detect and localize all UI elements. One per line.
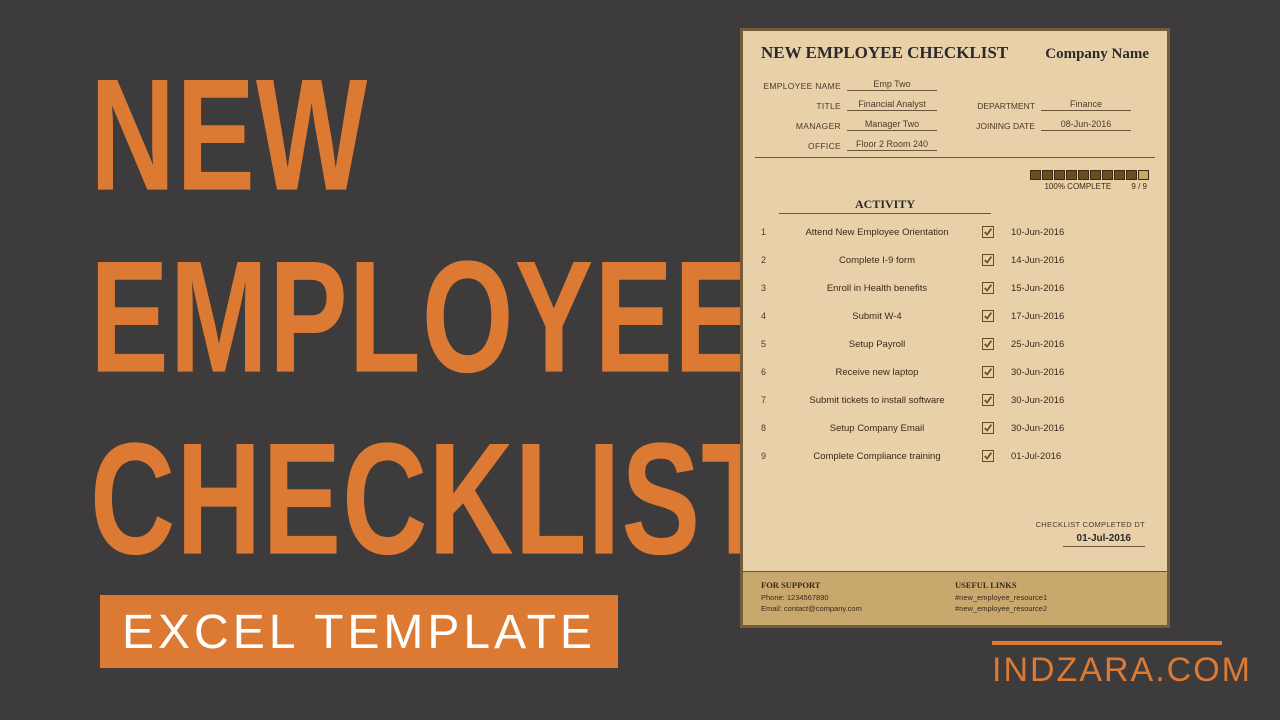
activity-number: 8 (761, 423, 775, 433)
activity-label: Setup Payroll (775, 339, 979, 350)
activity-date: 30-Jun-2016 (1011, 367, 1064, 378)
progress-caption: 100% COMPLETE 9 / 9 (761, 182, 1149, 191)
title-line-2: EMPLOYEE (90, 242, 774, 393)
doc-company: Company Name (1045, 46, 1149, 63)
activity-checkbox[interactable] (979, 394, 997, 406)
label-manager: MANAGER (761, 121, 847, 131)
activity-date: 30-Jun-2016 (1011, 423, 1064, 434)
footer-link-2: #new_employee_resource2 (955, 604, 1149, 613)
completed-label: CHECKLIST COMPLETED DT (1036, 520, 1145, 529)
title-line-3: CHECKLIST (90, 424, 774, 575)
progress-percent: 100% COMPLETE (1044, 182, 1111, 191)
value-manager: Manager Two (847, 118, 937, 131)
progress-bar (1030, 170, 1149, 180)
subtitle-badge: EXCEL TEMPLATE (100, 595, 618, 668)
subtitle-text: EXCEL TEMPLATE (122, 606, 596, 659)
activity-checkbox[interactable] (979, 254, 997, 266)
checkmark-icon (982, 422, 994, 434)
activity-number: 2 (761, 255, 775, 265)
activity-row: 4Submit W-4 17-Jun-2016 (761, 302, 1149, 330)
activity-row: 3Enroll in Health benefits 15-Jun-2016 (761, 274, 1149, 302)
checkmark-icon (982, 394, 994, 406)
activity-label: Submit W-4 (775, 311, 979, 322)
progress-bar-wrap (761, 164, 1149, 182)
completed-block: CHECKLIST COMPLETED DT 01-Jul-2016 (1036, 520, 1145, 547)
activity-label: Submit tickets to install software (775, 395, 979, 406)
activity-date: 14-Jun-2016 (1011, 255, 1064, 266)
checkmark-icon (982, 226, 994, 238)
activity-date: 15-Jun-2016 (1011, 283, 1064, 294)
activity-date: 01-Jul-2016 (1011, 451, 1061, 462)
title-line-1: NEW (90, 60, 774, 211)
activity-label: Complete I-9 form (775, 255, 979, 266)
activity-row: 7Submit tickets to install software 30-Ju… (761, 386, 1149, 414)
activity-checkbox[interactable] (979, 422, 997, 434)
document-preview: NEW EMPLOYEE CHECKLIST Company Name EMPL… (740, 28, 1170, 628)
activity-list: 1Attend New Employee Orientation 10-Jun-2… (761, 218, 1149, 470)
activity-checkbox[interactable] (979, 366, 997, 378)
activity-row: 1Attend New Employee Orientation 10-Jun-2… (761, 218, 1149, 246)
footer-support-email: Email: contact@company.com (761, 604, 955, 613)
checkmark-icon (982, 366, 994, 378)
activity-row: 5Setup Payroll 25-Jun-2016 (761, 330, 1149, 358)
activity-date: 25-Jun-2016 (1011, 339, 1064, 350)
activity-label: Enroll in Health benefits (775, 283, 979, 294)
brand-rule (992, 641, 1222, 645)
divider (755, 157, 1155, 158)
doc-heading: NEW EMPLOYEE CHECKLIST (761, 43, 1008, 63)
brand-block: INDZARA.COM (992, 641, 1280, 690)
checkmark-icon (982, 338, 994, 350)
value-employee: Emp Two (847, 78, 937, 91)
activity-number: 1 (761, 227, 775, 237)
label-department: DEPARTMENT (965, 101, 1041, 111)
activity-label: Setup Company Email (775, 423, 979, 434)
brand-text: INDZARA.COM (992, 651, 1280, 690)
checkmark-icon (982, 310, 994, 322)
activity-checkbox[interactable] (979, 282, 997, 294)
activity-header: ACTIVITY (779, 197, 991, 214)
activity-date: 30-Jun-2016 (1011, 395, 1064, 406)
activity-number: 7 (761, 395, 775, 405)
footer-support-head: FOR SUPPORT (761, 580, 955, 590)
activity-number: 4 (761, 311, 775, 321)
activity-checkbox[interactable] (979, 450, 997, 462)
checkmark-icon (982, 254, 994, 266)
footer-link-1: #new_employee_resource1 (955, 593, 1149, 602)
value-title: Financial Analyst (847, 98, 937, 111)
label-employee: EMPLOYEE NAME (761, 81, 847, 91)
checkmark-icon (982, 450, 994, 462)
activity-row: 9Complete Compliance training 01-Jul-2016 (761, 442, 1149, 470)
label-joining: JOINING DATE (965, 121, 1041, 131)
label-title: TITLE (761, 101, 847, 111)
activity-row: 6Receive new laptop 30-Jun-2016 (761, 358, 1149, 386)
activity-row: 8Setup Company Email 30-Jun-2016 (761, 414, 1149, 442)
activity-label: Complete Compliance training (775, 451, 979, 462)
activity-number: 6 (761, 367, 775, 377)
value-joining: 08-Jun-2016 (1041, 118, 1131, 131)
checkmark-icon (982, 282, 994, 294)
footer-links-head: USEFUL LINKS (955, 580, 1149, 590)
activity-row: 2Complete I-9 form 14-Jun-2016 (761, 246, 1149, 274)
progress-ratio: 9 / 9 (1131, 182, 1147, 191)
activity-label: Attend New Employee Orientation (775, 227, 979, 238)
activity-number: 9 (761, 451, 775, 461)
doc-footer: FOR SUPPORT Phone: 1234567890 Email: con… (743, 571, 1167, 625)
activity-label: Receive new laptop (775, 367, 979, 378)
activity-number: 5 (761, 339, 775, 349)
value-department: Finance (1041, 98, 1131, 111)
activity-checkbox[interactable] (979, 338, 997, 350)
value-office: Floor 2 Room 240 (847, 138, 937, 151)
activity-date: 17-Jun-2016 (1011, 311, 1064, 322)
activity-date: 10-Jun-2016 (1011, 227, 1064, 238)
completed-date: 01-Jul-2016 (1063, 531, 1145, 547)
activity-checkbox[interactable] (979, 310, 997, 322)
stage: NEW EMPLOYEE CHECKLIST EXCEL TEMPLATE IN… (0, 0, 1280, 720)
activity-checkbox[interactable] (979, 226, 997, 238)
activity-number: 3 (761, 283, 775, 293)
footer-support-phone: Phone: 1234567890 (761, 593, 955, 602)
label-office: OFFICE (761, 141, 847, 151)
main-title: NEW EMPLOYEE CHECKLIST (90, 60, 774, 606)
